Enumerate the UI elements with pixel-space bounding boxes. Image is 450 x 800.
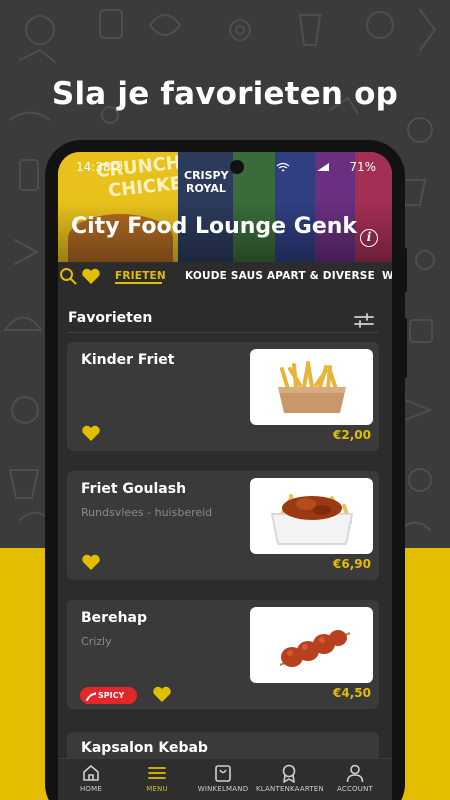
section-title: Favorieten <box>68 310 153 326</box>
item-name: Kapsalon Kebab <box>81 740 208 756</box>
item-description: Crizly <box>81 635 112 648</box>
search-icon[interactable] <box>59 267 77 289</box>
nav-menu[interactable]: MENU <box>124 763 190 793</box>
shopping-bag-icon <box>215 765 231 782</box>
signal-icon <box>316 161 330 175</box>
phone-volume-button <box>403 318 407 378</box>
bottom-navigation: HOME MENU WINKELMAND KLANTENKAARTEN ACCO… <box>58 758 392 800</box>
spicy-badge: SPICY <box>80 687 137 704</box>
nav-label: HOME <box>79 785 103 793</box>
section-divider <box>68 332 378 333</box>
restaurant-name: City Food Lounge Genk <box>71 214 358 239</box>
app-screen: CRUNCHY CHICKEN CRISPY ROYAL 14:38 71% C… <box>58 152 392 800</box>
item-price: €4,50 <box>333 686 371 700</box>
nav-home[interactable]: HOME <box>58 763 124 793</box>
favorite-heart-icon[interactable] <box>81 425 101 446</box>
category-tabbar: FRIETEN KOUDE SAUS APART & DIVERSE W <box>58 262 392 292</box>
user-icon <box>346 764 364 783</box>
nav-account[interactable]: ACCOUNT <box>322 763 388 793</box>
chili-icon <box>86 691 97 708</box>
tab-frieten[interactable]: FRIETEN <box>115 270 166 282</box>
hero-brand-text: ROYAL <box>186 182 226 195</box>
item-image-goulash <box>250 478 373 554</box>
wifi-icon <box>276 161 290 175</box>
phone-side-button <box>403 248 407 292</box>
menu-item-card[interactable]: Friet Goulash Rundsvlees - huisbereid €6… <box>67 471 379 580</box>
menu-item-card[interactable]: Berehap Crizly €4,50 SPICY <box>67 600 379 709</box>
status-time: 14:38 <box>76 160 111 174</box>
hero-banner: CRUNCHY CHICKEN CRISPY ROYAL 14:38 71% C… <box>58 152 392 262</box>
menu-icon <box>148 767 166 779</box>
tab-next[interactable]: W <box>382 270 392 282</box>
nav-label: WINKELMAND <box>197 785 249 793</box>
menu-item-card[interactable]: Kinder Friet €2,00 <box>67 342 379 451</box>
nav-label: KLANTENKAARTEN <box>256 785 324 793</box>
item-price: €6,90 <box>333 557 371 571</box>
item-image-berehap <box>250 607 373 683</box>
camera-cutout <box>230 160 244 174</box>
item-price: €2,00 <box>333 428 371 442</box>
home-icon <box>83 765 99 781</box>
favorite-heart-icon[interactable] <box>81 554 101 575</box>
tab-koude-saus[interactable]: KOUDE SAUS APART & DIVERSE <box>185 270 375 282</box>
battery-level: 71% <box>349 160 376 174</box>
status-bar: 14:38 71% <box>58 158 392 178</box>
award-icon <box>282 764 296 783</box>
nav-label: MENU <box>146 785 168 793</box>
nav-winkelmand[interactable]: WINKELMAND <box>190 763 256 793</box>
spicy-label: SPICY <box>98 691 125 700</box>
active-tab-indicator <box>115 282 162 284</box>
item-description: Rundsvlees - huisbereid <box>81 506 213 519</box>
nav-klantenkaarten[interactable]: KLANTENKAARTEN <box>256 763 324 793</box>
gallery-icon <box>112 161 122 170</box>
item-name: Kinder Friet <box>81 352 175 368</box>
favorite-heart-icon[interactable] <box>152 686 172 707</box>
page-headline: Sla je favorieten op <box>51 76 399 112</box>
item-name: Berehap <box>81 610 148 626</box>
filter-icon[interactable] <box>354 312 374 332</box>
item-name: Friet Goulash <box>81 481 187 497</box>
favorites-heart-icon[interactable] <box>81 268 101 289</box>
info-button[interactable]: i <box>360 229 378 247</box>
item-image-fries <box>250 349 373 425</box>
nav-label: ACCOUNT <box>337 785 373 793</box>
